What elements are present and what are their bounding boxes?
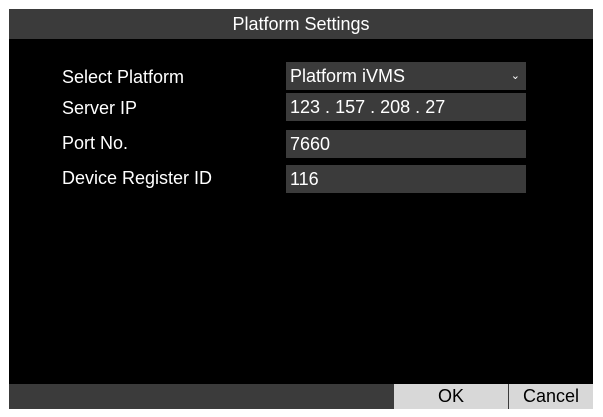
chevron-down-icon: ⌄ [510, 70, 520, 82]
cancel-button[interactable]: Cancel [509, 384, 593, 409]
device-register-id-label: Device Register ID [62, 168, 213, 188]
device-register-id-input[interactable]: 116 [286, 165, 526, 193]
port-label: Port No. [62, 133, 129, 153]
server-ip-octet-4[interactable]: 27 [425, 93, 445, 121]
dialog-title: Platform Settings [9, 9, 593, 39]
ip-separator: . [415, 97, 421, 117]
select-platform-value: Platform iVMS [290, 66, 406, 86]
ip-separator: . [370, 97, 376, 117]
select-platform-dropdown[interactable]: Platform iVMS ⌄ [286, 62, 526, 90]
server-ip-octet-2[interactable]: 157 [335, 93, 365, 121]
ip-separator: . [325, 97, 331, 117]
platform-settings-dialog: Platform Settings Select Platform Platfo… [9, 9, 593, 409]
server-ip-label: Server IP [62, 98, 138, 118]
server-ip-octet-1[interactable]: 123 [290, 93, 320, 121]
port-input[interactable]: 7660 [286, 130, 526, 158]
select-platform-label: Select Platform [62, 67, 185, 87]
server-ip-input[interactable]: 123. 157. 208. 27 [286, 93, 526, 121]
ok-button[interactable]: OK [394, 384, 508, 409]
server-ip-octet-3[interactable]: 208 [380, 93, 410, 121]
